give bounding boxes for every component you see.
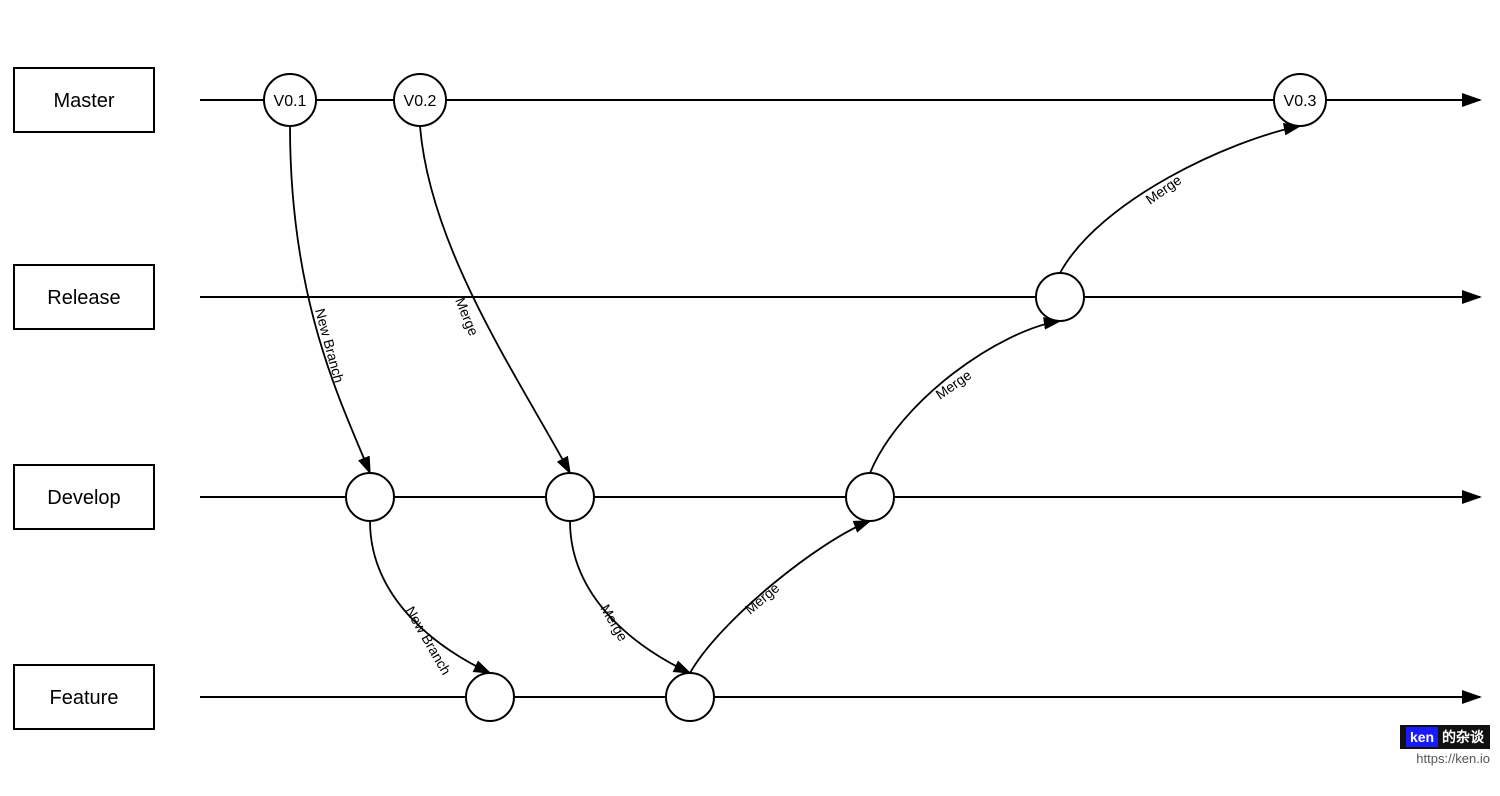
node-rel1 bbox=[1036, 273, 1084, 321]
label-merge-release-master: Merge bbox=[1143, 171, 1185, 207]
arrow-rel1-v03 bbox=[1060, 126, 1300, 273]
label-merge-develop-release: Merge bbox=[933, 366, 975, 402]
feature-label: Feature bbox=[50, 687, 119, 709]
watermark-suffix: 的杂谈 bbox=[1442, 729, 1484, 745]
master-label: Master bbox=[53, 90, 114, 112]
watermark-badge: ken 的杂谈 bbox=[1400, 725, 1490, 749]
arrow-feat2-dev3 bbox=[690, 521, 870, 673]
label-v01: V0.1 bbox=[274, 93, 307, 110]
label-new-branch-develop-feature: New Branch bbox=[402, 604, 454, 678]
label-merge-develop-feature: Merge bbox=[597, 602, 631, 645]
node-dev1 bbox=[346, 473, 394, 521]
release-label: Release bbox=[47, 287, 120, 309]
arrow-dev3-rel1 bbox=[870, 321, 1060, 473]
node-feat2 bbox=[666, 673, 714, 721]
watermark-url: https://ken.io bbox=[1400, 751, 1490, 766]
watermark: ken 的杂谈 https://ken.io bbox=[1400, 725, 1490, 766]
arrow-label-new-branch-1: New Branch bbox=[0, 0, 82, 4]
node-feat1 bbox=[466, 673, 514, 721]
label-merge-master-develop: Merge bbox=[452, 295, 482, 338]
label-v02: V0.2 bbox=[404, 93, 437, 110]
label-merge-feature-develop: Merge bbox=[742, 579, 783, 617]
develop-label: Develop bbox=[47, 487, 120, 509]
arrow-v02-dev2 bbox=[420, 126, 570, 473]
label-new-branch-master-develop: New Branch bbox=[312, 307, 347, 385]
watermark-ken: ken bbox=[1406, 727, 1438, 747]
node-dev2 bbox=[546, 473, 594, 521]
arrow-v01-dev1 bbox=[290, 126, 370, 473]
node-dev3 bbox=[846, 473, 894, 521]
label-v03: V0.3 bbox=[1284, 93, 1317, 110]
arrow-dev2-feat2 bbox=[570, 521, 690, 673]
